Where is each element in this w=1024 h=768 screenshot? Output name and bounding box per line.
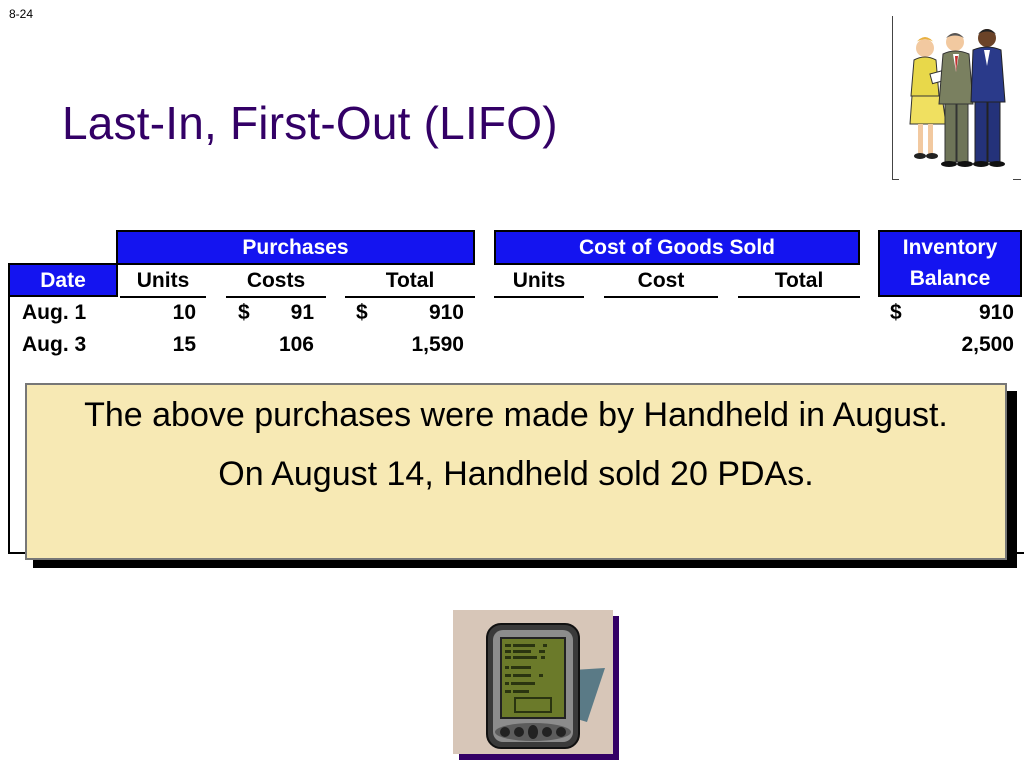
- inventory-header-line2: Balance: [909, 267, 991, 290]
- callout-line1: The above purchases were made by Handhel…: [84, 396, 948, 434]
- purchases-units-header: Units: [120, 266, 206, 298]
- row1-total: 910: [428, 301, 464, 324]
- date-header: Date: [8, 263, 118, 297]
- row1-total-symbol: $: [356, 301, 368, 324]
- cogs-header: Cost of Goods Sold: [494, 230, 860, 265]
- row1-date: Aug. 1: [22, 301, 87, 324]
- inventory-balance-header: Inventory Balance: [878, 230, 1022, 297]
- purchases-header: Purchases: [116, 230, 475, 265]
- purchases-total-header: Total: [345, 266, 475, 298]
- cogs-header-label: Cost of Goods Sold: [579, 236, 775, 259]
- row2-total: 1,590: [411, 333, 464, 356]
- row1-balance: 910: [978, 301, 1014, 324]
- row2-date: Aug. 3: [22, 333, 87, 356]
- cogs-units-header: Units: [494, 266, 584, 298]
- purchases-costs-header: Costs: [226, 266, 326, 298]
- callout-line2: On August 14, Handheld sold 20 PDAs.: [218, 455, 814, 493]
- pda-device-icon: [453, 610, 613, 754]
- row1-balance-symbol: $: [890, 301, 902, 324]
- business-people-icon: [892, 16, 1021, 180]
- purchases-header-label: Purchases: [242, 236, 349, 259]
- inventory-header-line1: Inventory: [902, 236, 998, 259]
- row1-cost-symbol: $: [238, 301, 250, 324]
- cogs-cost-header: Cost: [604, 266, 718, 298]
- date-header-label: Date: [40, 269, 86, 292]
- slide-number: 8-24: [9, 7, 34, 21]
- row1-cost: 91: [290, 301, 314, 324]
- row2-units: 15: [172, 333, 196, 356]
- row2-balance: 2,500: [961, 333, 1014, 356]
- row1-units: 10: [172, 301, 196, 324]
- callout-box: The above purchases were made by Handhel…: [25, 383, 1007, 560]
- row2-cost: 106: [278, 333, 314, 356]
- cogs-total-header: Total: [738, 266, 860, 298]
- slide-title: Last-In, First-Out (LIFO): [62, 97, 558, 149]
